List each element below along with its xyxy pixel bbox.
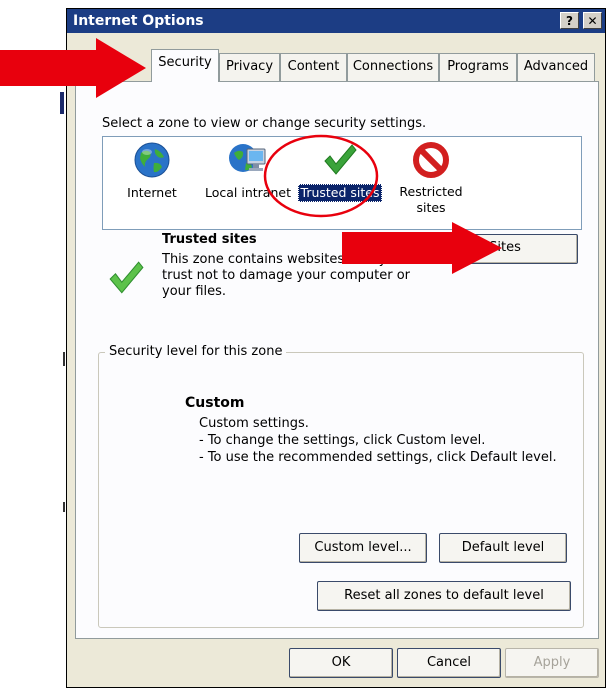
- security-tab-panel: Select a zone to view or change security…: [75, 81, 599, 639]
- tab-programs[interactable]: Programs: [439, 53, 517, 81]
- window-title: Internet Options: [73, 13, 204, 29]
- default-level-button[interactable]: Default level: [439, 533, 567, 563]
- close-button[interactable]: ✕: [583, 12, 602, 29]
- zone-label: Internet: [127, 185, 177, 200]
- security-level-name: Custom: [185, 395, 245, 411]
- annotation-circle: [263, 134, 379, 218]
- background-mark: [63, 502, 65, 512]
- selected-zone-title: Trusted sites: [162, 232, 257, 247]
- custom-level-button[interactable]: Custom level...: [299, 533, 427, 563]
- zone-list: Internet Local intranet Trusted sites Re…: [102, 134, 582, 230]
- background-mark: [63, 352, 65, 366]
- tab-connections[interactable]: Connections: [347, 53, 439, 81]
- annotation-arrow-security-tab: [0, 38, 146, 98]
- zone-internet[interactable]: Internet: [106, 141, 198, 202]
- security-level-description: - To use the recommended settings, click…: [199, 450, 557, 465]
- security-level-group: Security level for this zone Custom Cust…: [98, 344, 584, 628]
- apply-button[interactable]: Apply: [505, 648, 599, 678]
- globe-icon: [134, 142, 170, 178]
- tab-advanced[interactable]: Advanced: [517, 53, 595, 81]
- zone-prompt: Select a zone to view or change security…: [102, 116, 427, 131]
- selected-zone-description-line: your files.: [162, 284, 227, 299]
- tab-privacy[interactable]: Privacy: [219, 53, 280, 81]
- checkmark-icon: [109, 261, 144, 294]
- security-level-description: - To change the settings, click Custom l…: [199, 433, 486, 448]
- tab-security[interactable]: Security: [151, 49, 219, 82]
- reset-all-zones-button[interactable]: Reset all zones to default level: [317, 581, 571, 611]
- group-legend: Security level for this zone: [105, 344, 287, 359]
- zone-restricted-sites[interactable]: Restricted sites: [385, 141, 477, 217]
- tab-content[interactable]: Content: [280, 53, 347, 81]
- zone-label: Restricted sites: [399, 184, 463, 215]
- annotation-arrow-sites-button: [342, 222, 502, 274]
- help-button[interactable]: ?: [560, 12, 579, 29]
- tab-strip: Security Privacy Content Connections Pro…: [67, 49, 605, 82]
- title-bar: Internet Options ? ✕: [67, 9, 605, 33]
- ok-button[interactable]: OK: [289, 648, 393, 678]
- cancel-button[interactable]: Cancel: [397, 648, 501, 678]
- internet-options-dialog: Internet Options ? ✕ Security Privacy Co…: [66, 8, 606, 688]
- security-level-description: Custom settings.: [199, 416, 309, 431]
- no-entry-icon: [413, 142, 449, 178]
